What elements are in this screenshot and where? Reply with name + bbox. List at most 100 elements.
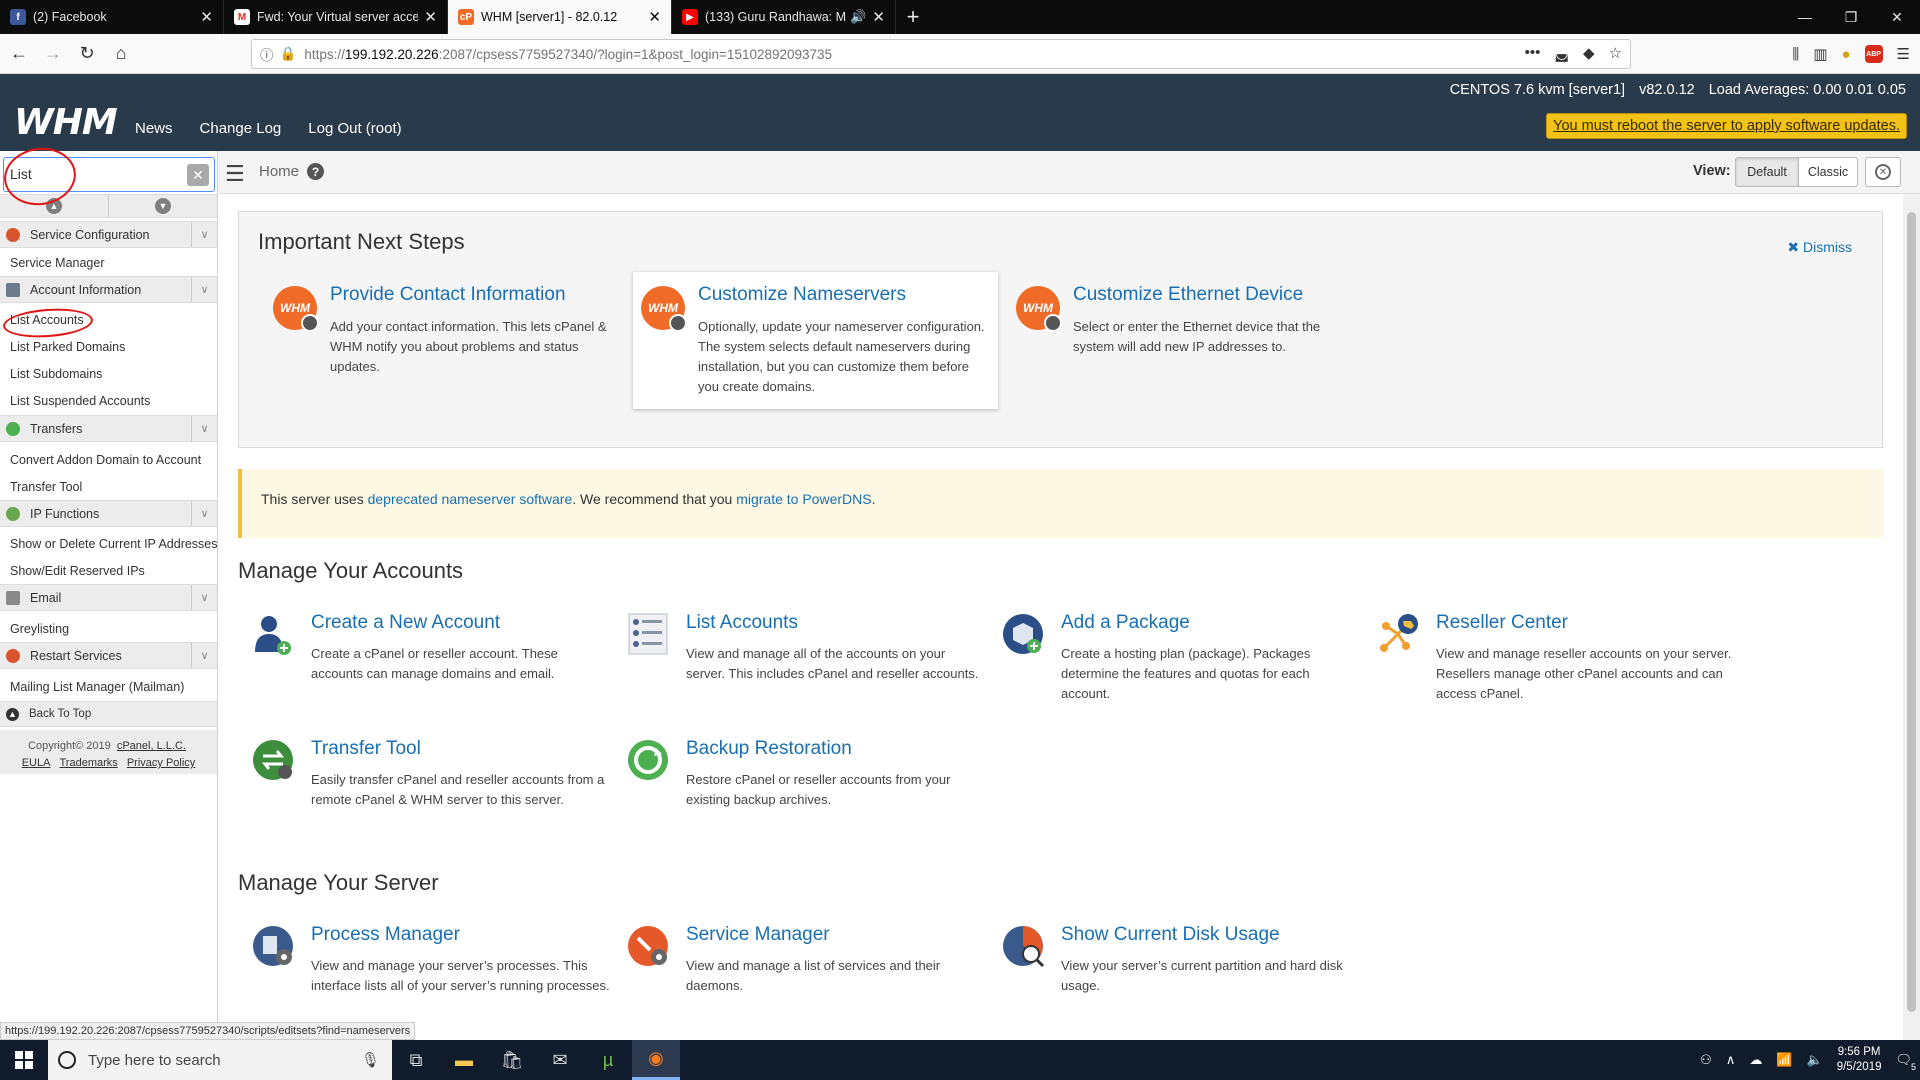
adblock-icon[interactable]: ABP: [1864, 45, 1883, 63]
nav-news[interactable]: News: [135, 120, 173, 137]
more-actions-icon[interactable]: •••: [1525, 44, 1541, 62]
close-tab-icon[interactable]: ✕: [424, 8, 437, 26]
transfer-tool-link[interactable]: Transfer Tool: [311, 738, 421, 760]
minimize-icon[interactable]: —: [1782, 0, 1828, 34]
reboot-notice-link[interactable]: You must reboot the server to apply soft…: [1546, 113, 1907, 139]
provide-contact-link[interactable]: Provide Contact Information: [330, 284, 566, 306]
close-tab-icon[interactable]: ✕: [648, 8, 661, 26]
speaker-icon[interactable]: 🔊: [850, 9, 866, 25]
tab-youtube[interactable]: ▶ (133) Guru Randhawa: Main 🔊 ✕: [672, 0, 896, 34]
close-tab-icon[interactable]: ✕: [872, 8, 885, 26]
clear-search-icon[interactable]: ✕: [187, 164, 209, 186]
menu-icon[interactable]: ☰: [1897, 45, 1910, 63]
task-view-icon[interactable]: ⧉: [392, 1040, 440, 1080]
deprecated-nameserver-link[interactable]: deprecated nameserver software: [368, 491, 573, 507]
mail-icon[interactable]: ✉: [536, 1040, 584, 1080]
chevron-down-icon[interactable]: ∨: [191, 277, 217, 302]
onedrive-icon[interactable]: ☁: [1749, 1052, 1762, 1068]
sidebar-item-list-parked-domains[interactable]: List Parked Domains: [10, 340, 125, 354]
url-bar[interactable]: ⓘ 🔒 https://199.192.20.226:2087/cpsess77…: [251, 39, 1631, 69]
sidebar-section-transfers[interactable]: Transfers ∨: [0, 415, 217, 442]
tab-facebook[interactable]: f (2) Facebook ✕: [0, 0, 224, 34]
close-view-button[interactable]: ✕: [1865, 157, 1901, 187]
nav-logout[interactable]: Log Out (root): [308, 120, 401, 137]
sidebar-section-service-configuration[interactable]: Service Configuration ∨: [0, 221, 217, 248]
sidebar-toggle-menu-icon[interactable]: ☰: [225, 161, 245, 187]
help-icon[interactable]: ?: [307, 163, 325, 180]
tab-gmail[interactable]: M Fwd: Your Virtual server access ✕: [224, 0, 448, 34]
page-scrollbar[interactable]: [1903, 194, 1920, 1040]
migrate-powerdns-link[interactable]: migrate to PowerDNS: [736, 491, 871, 507]
view-default-button[interactable]: Default: [1735, 157, 1799, 187]
file-explorer-icon[interactable]: ▬: [440, 1040, 488, 1080]
back-icon[interactable]: ←: [4, 39, 34, 69]
backup-restoration-link[interactable]: Backup Restoration: [686, 738, 852, 760]
windows-start-button[interactable]: [0, 1040, 48, 1080]
sidebar-item-list-subdomains[interactable]: List Subdomains: [10, 367, 102, 381]
back-to-top-button[interactable]: ▲ Back To Top: [0, 701, 217, 727]
eula-link[interactable]: EULA: [22, 757, 51, 769]
company-link[interactable]: cPanel, L.L.C.: [117, 740, 186, 752]
show-hidden-icons-chevron-icon[interactable]: ∧: [1726, 1052, 1736, 1068]
reload-icon[interactable]: ↻: [72, 39, 102, 69]
list-accounts-link[interactable]: List Accounts: [686, 612, 798, 634]
disk-usage-link[interactable]: Show Current Disk Usage: [1061, 924, 1280, 946]
sidebar-item-service-manager[interactable]: Service Manager: [10, 256, 105, 270]
chevron-down-icon[interactable]: ∨: [191, 416, 217, 441]
dismiss-button[interactable]: ✖ Dismiss: [1787, 239, 1852, 256]
view-classic-button[interactable]: Classic: [1798, 157, 1858, 187]
lock-warning-icon[interactable]: 🔒: [280, 46, 297, 62]
sidebar-item-list-suspended-accounts[interactable]: List Suspended Accounts: [10, 394, 150, 408]
close-window-icon[interactable]: ✕: [1874, 0, 1920, 34]
whm-logo[interactable]: WHM: [14, 102, 118, 143]
sidebar-item-mailing-list-manager[interactable]: Mailing List Manager (Mailman): [10, 680, 184, 694]
scrollbar-thumb[interactable]: [1907, 212, 1916, 1012]
customize-ethernet-link[interactable]: Customize Ethernet Device: [1073, 284, 1303, 306]
pocket-icon[interactable]: ◛: [1554, 44, 1569, 62]
trademarks-link[interactable]: Trademarks: [60, 757, 118, 769]
process-manager-link[interactable]: Process Manager: [311, 924, 460, 946]
tab-whm[interactable]: cP WHM [server1] - 82.0.12 ✕: [448, 0, 672, 34]
taskbar-clock[interactable]: 9:56 PM 9/5/2019: [1837, 1045, 1882, 1075]
privacy-policy-link[interactable]: Privacy Policy: [127, 757, 195, 769]
expand-all-button[interactable]: ▼: [109, 195, 217, 217]
breadcrumb-home[interactable]: Home: [259, 163, 299, 180]
notifications-icon[interactable]: 🗨 5: [1895, 1052, 1916, 1072]
service-manager-link[interactable]: Service Manager: [686, 924, 830, 946]
sidebar-toggle-icon[interactable]: ▥: [1813, 45, 1827, 63]
chevron-down-icon[interactable]: ∨: [191, 643, 217, 668]
nav-change-log[interactable]: Change Log: [200, 120, 282, 137]
sidebar-item-greylisting[interactable]: Greylisting: [10, 622, 69, 636]
taskbar-search-box[interactable]: Type here to search 🎙: [48, 1040, 392, 1080]
chevron-down-icon[interactable]: ∨: [191, 585, 217, 610]
sidebar-section-account-information[interactable]: Account Information ∨: [0, 276, 217, 303]
close-tab-icon[interactable]: ✕: [200, 8, 213, 26]
volume-icon[interactable]: 🔈: [1807, 1052, 1823, 1068]
bookmark-star-icon[interactable]: ☆: [1609, 44, 1622, 62]
sidebar-section-restart-services[interactable]: Restart Services ∨: [0, 642, 217, 669]
sidebar-item-reserved-ips[interactable]: Show/Edit Reserved IPs: [10, 564, 145, 578]
sidebar-item-convert-addon-domain[interactable]: Convert Addon Domain to Account: [10, 453, 201, 467]
library-icon[interactable]: ⫼: [1792, 46, 1799, 63]
info-icon[interactable]: ⓘ: [260, 44, 274, 64]
add-package-link[interactable]: Add a Package: [1061, 612, 1190, 634]
sidebar-section-ip-functions[interactable]: IP Functions ∨: [0, 500, 217, 527]
customize-nameservers-link[interactable]: Customize Nameservers: [698, 284, 906, 306]
microphone-icon[interactable]: 🎙: [361, 1051, 380, 1069]
utorrent-icon[interactable]: µ: [584, 1040, 632, 1080]
reseller-center-link[interactable]: Reseller Center: [1436, 612, 1568, 634]
restore-icon[interactable]: ❐: [1828, 0, 1874, 34]
firefox-icon[interactable]: ◉: [632, 1040, 680, 1080]
create-account-link[interactable]: Create a New Account: [311, 612, 500, 634]
sidebar-item-show-delete-ip[interactable]: Show or Delete Current IP Addresses: [10, 537, 218, 551]
chevron-down-icon[interactable]: ∨: [191, 501, 217, 526]
forward-icon[interactable]: →: [38, 39, 68, 69]
profile-icon[interactable]: ●: [1841, 46, 1850, 63]
people-icon[interactable]: ⚇: [1700, 1052, 1712, 1068]
chevron-down-icon[interactable]: ∨: [191, 222, 217, 247]
new-tab-button[interactable]: +: [896, 0, 930, 34]
sidebar-section-email[interactable]: Email ∨: [0, 584, 217, 611]
network-icon[interactable]: 📶: [1776, 1052, 1792, 1068]
home-icon[interactable]: ⌂: [106, 39, 136, 69]
sidebar-item-transfer-tool[interactable]: Transfer Tool: [10, 480, 82, 494]
